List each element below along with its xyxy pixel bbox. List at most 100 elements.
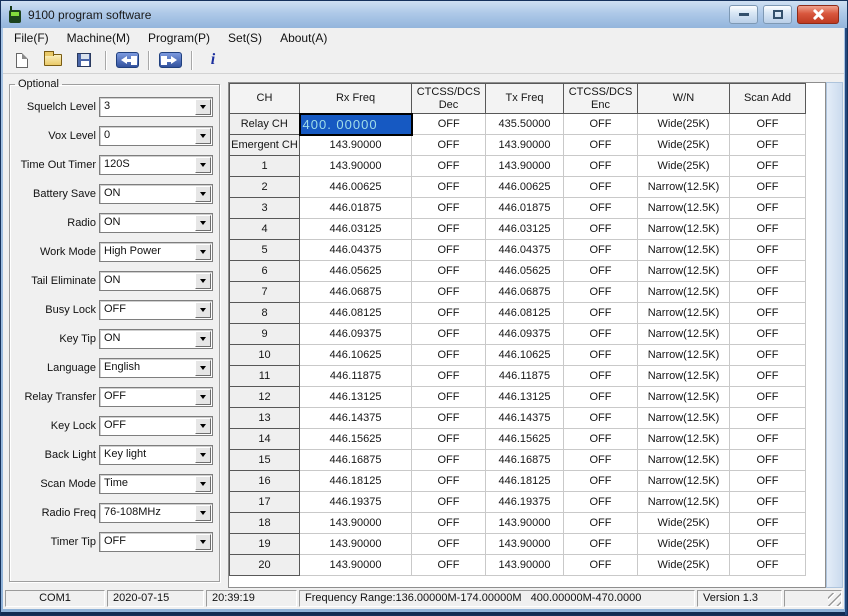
- cell[interactable]: OFF: [412, 282, 486, 303]
- cell[interactable]: 446.19375: [300, 492, 412, 513]
- cell[interactable]: OFF: [564, 261, 638, 282]
- cell[interactable]: OFF: [412, 345, 486, 366]
- cell[interactable]: OFF: [564, 366, 638, 387]
- row-header-cell[interactable]: 17: [230, 492, 300, 513]
- dropdown-button[interactable]: [195, 476, 211, 492]
- row-header-cell[interactable]: 4: [230, 219, 300, 240]
- radio-dropdown[interactable]: ON: [99, 213, 213, 233]
- cell[interactable]: Narrow(12.5K): [638, 324, 730, 345]
- cell[interactable]: OFF: [412, 534, 486, 555]
- dropdown-button[interactable]: [195, 244, 211, 260]
- cell[interactable]: 143.90000: [486, 534, 564, 555]
- cell[interactable]: 446.16875: [300, 450, 412, 471]
- menu-program[interactable]: Program(P): [139, 29, 219, 47]
- cell[interactable]: OFF: [730, 429, 806, 450]
- cell[interactable]: 446.08125: [300, 303, 412, 324]
- cell[interactable]: 446.14375: [486, 408, 564, 429]
- row-header-cell[interactable]: 7: [230, 282, 300, 303]
- cell[interactable]: 446.03125: [486, 219, 564, 240]
- cell[interactable]: Narrow(12.5K): [638, 219, 730, 240]
- cell[interactable]: OFF: [564, 303, 638, 324]
- dropdown-button[interactable]: [195, 331, 211, 347]
- cell[interactable]: 446.04375: [300, 240, 412, 261]
- back-light-dropdown[interactable]: Key light: [99, 445, 213, 465]
- cell[interactable]: OFF: [730, 261, 806, 282]
- cell[interactable]: OFF: [564, 555, 638, 576]
- tail-eliminate-dropdown[interactable]: ON: [99, 271, 213, 291]
- cell[interactable]: 446.11875: [486, 366, 564, 387]
- row-header-cell[interactable]: 12: [230, 387, 300, 408]
- cell[interactable]: OFF: [412, 408, 486, 429]
- dropdown-button[interactable]: [195, 186, 211, 202]
- cell[interactable]: OFF: [564, 471, 638, 492]
- cell[interactable]: 446.14375: [300, 408, 412, 429]
- cell[interactable]: OFF: [564, 324, 638, 345]
- row-header-cell[interactable]: 20: [230, 555, 300, 576]
- cell[interactable]: OFF: [564, 387, 638, 408]
- cell[interactable]: 446.00625: [300, 177, 412, 198]
- cell[interactable]: 446.01875: [300, 198, 412, 219]
- read-from-radio-button[interactable]: [115, 49, 139, 72]
- cell[interactable]: OFF: [564, 114, 638, 135]
- cell[interactable]: OFF: [730, 177, 806, 198]
- timer-tip-dropdown[interactable]: OFF: [99, 532, 213, 552]
- cell[interactable]: OFF: [564, 534, 638, 555]
- cell[interactable]: 446.10625: [486, 345, 564, 366]
- cell[interactable]: 446.04375: [486, 240, 564, 261]
- key-lock-dropdown[interactable]: OFF: [99, 416, 213, 436]
- cell[interactable]: Wide(25K): [638, 534, 730, 555]
- radio-freq-dropdown[interactable]: 76-108MHz: [99, 503, 213, 523]
- cell[interactable]: OFF: [564, 282, 638, 303]
- cell[interactable]: OFF: [564, 450, 638, 471]
- cell[interactable]: Narrow(12.5K): [638, 429, 730, 450]
- cell[interactable]: 143.90000: [300, 555, 412, 576]
- cell[interactable]: 446.00625: [486, 177, 564, 198]
- table-vertical-scrollbar[interactable]: [826, 82, 843, 588]
- row-header-cell[interactable]: 11: [230, 366, 300, 387]
- cell[interactable]: Wide(25K): [638, 555, 730, 576]
- relay-transfer-dropdown[interactable]: OFF: [99, 387, 213, 407]
- cell[interactable]: 446.13125: [300, 387, 412, 408]
- cell[interactable]: 446.03125: [300, 219, 412, 240]
- cell[interactable]: 143.90000: [486, 555, 564, 576]
- cell[interactable]: Wide(25K): [638, 135, 730, 156]
- cell[interactable]: OFF: [730, 135, 806, 156]
- cell[interactable]: 446.09375: [300, 324, 412, 345]
- row-header-cell[interactable]: 18: [230, 513, 300, 534]
- cell[interactable]: Narrow(12.5K): [638, 387, 730, 408]
- cell[interactable]: Narrow(12.5K): [638, 450, 730, 471]
- cell[interactable]: 143.90000: [300, 534, 412, 555]
- cell[interactable]: OFF: [730, 492, 806, 513]
- cell[interactable]: OFF: [730, 450, 806, 471]
- cell[interactable]: 446.10625: [300, 345, 412, 366]
- resize-grip[interactable]: [828, 593, 841, 606]
- dropdown-button[interactable]: [195, 128, 211, 144]
- cell[interactable]: OFF: [412, 324, 486, 345]
- cell[interactable]: OFF: [412, 492, 486, 513]
- cell[interactable]: Narrow(12.5K): [638, 345, 730, 366]
- cell[interactable]: Narrow(12.5K): [638, 471, 730, 492]
- menu-about[interactable]: About(A): [271, 29, 336, 47]
- cell[interactable]: OFF: [412, 177, 486, 198]
- cell[interactable]: OFF: [412, 303, 486, 324]
- cell[interactable]: Narrow(12.5K): [638, 240, 730, 261]
- cell[interactable]: 446.06875: [300, 282, 412, 303]
- cell[interactable]: Narrow(12.5K): [638, 198, 730, 219]
- cell[interactable]: OFF: [412, 450, 486, 471]
- cell[interactable]: OFF: [564, 219, 638, 240]
- row-header-cell[interactable]: 3: [230, 198, 300, 219]
- dropdown-button[interactable]: [195, 360, 211, 376]
- cell[interactable]: Narrow(12.5K): [638, 492, 730, 513]
- row-header-cell[interactable]: 10: [230, 345, 300, 366]
- cell[interactable]: OFF: [564, 177, 638, 198]
- cell[interactable]: 143.90000: [300, 135, 412, 156]
- squelch-level-dropdown[interactable]: 3: [99, 97, 213, 117]
- cell[interactable]: 446.01875: [486, 198, 564, 219]
- row-header-cell[interactable]: 13: [230, 408, 300, 429]
- key-tip-dropdown[interactable]: ON: [99, 329, 213, 349]
- cell[interactable]: 143.90000: [486, 156, 564, 177]
- cell[interactable]: OFF: [730, 471, 806, 492]
- cell[interactable]: Narrow(12.5K): [638, 282, 730, 303]
- cell[interactable]: 446.18125: [486, 471, 564, 492]
- cell[interactable]: Narrow(12.5K): [638, 177, 730, 198]
